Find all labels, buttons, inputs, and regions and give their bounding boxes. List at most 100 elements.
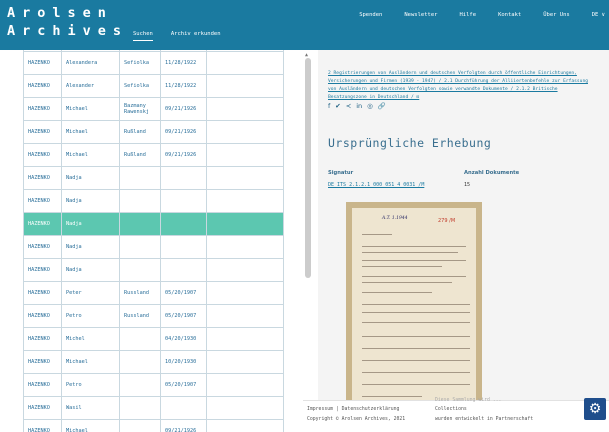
cell-lastname: HAZENKO [23, 235, 62, 259]
cell-firstname: Michael [61, 97, 120, 121]
nav-hilfe[interactable]: Hilfe [460, 12, 477, 18]
cell-birthplace [119, 189, 161, 213]
table-row[interactable]: HAZENKO Petro 05/20/1907 [23, 373, 284, 397]
table-row[interactable]: HAZENKO Michael Rußland 09/21/1926 [23, 143, 284, 167]
cell-lastname: HAZENKO [23, 396, 62, 420]
nav-newsletter[interactable]: Newsletter [404, 12, 437, 18]
table-row[interactable]: HAZENKO Nadja [23, 189, 284, 213]
cell-firstname: Nadja [61, 235, 120, 259]
main-nav: Suchen Archiv erkunden [133, 31, 221, 41]
footer-legal-links[interactable]: Impressum | Datenschutzerklärung [307, 407, 399, 412]
twitter-icon[interactable]: ✔ [335, 102, 340, 110]
arolsen-logo[interactable]: Arolsen Archives [7, 4, 128, 40]
nav-suchen[interactable]: Suchen [133, 31, 153, 41]
cell-extra [206, 143, 284, 167]
cell-extra [206, 327, 284, 351]
cell-lastname: HAZENKO [23, 143, 62, 167]
cell-birthplace [119, 396, 161, 420]
cell-birthplace [119, 419, 161, 432]
nav-archiv-erkunden[interactable]: Archiv erkunden [171, 31, 221, 41]
settings-gear-icon[interactable]: ⚙ [584, 398, 606, 420]
cell-lastname: HAZENKO [23, 212, 62, 236]
footer-partner-text: wurden entwickelt in Partnerschaft [435, 417, 534, 422]
cell-birthdate [160, 212, 207, 236]
footer-collections: Collections [435, 407, 467, 412]
utility-nav: Spenden Newsletter Hilfe Kontakt Über Un… [359, 12, 605, 18]
cell-birthplace [119, 212, 161, 236]
cell-firstname: Michel [61, 327, 120, 351]
facebook-icon[interactable]: f [328, 102, 330, 110]
cell-firstname: Nadja [61, 189, 120, 213]
cell-birthdate: 09/21/1926 [160, 419, 207, 432]
table-row[interactable]: HAZENKO Michel 04/20/1930 [23, 327, 284, 351]
cell-extra [206, 281, 284, 305]
site-footer: Diese Sammlung wird ... Impressum | Date… [303, 398, 609, 432]
share-icon[interactable]: ≺ [346, 102, 351, 110]
cell-firstname: Petro [61, 373, 120, 397]
site-header: Arolsen Archives Suchen Archiv erkunden … [0, 0, 609, 50]
cell-birthplace: Sefiolka [119, 51, 161, 75]
table-row[interactable]: HAZENKO Michael Bazmany Rawenskj 09/21/1926 [23, 97, 284, 121]
table-row[interactable]: HAZENKO Nadja [23, 212, 284, 236]
table-row[interactable]: HAZENKO Michael 09/21/1926 [23, 419, 284, 432]
logo-line-2: Archives [7, 23, 129, 39]
results-table: HAZENKO Alexandera Sefiolka 11/28/1922 HAZEN… [23, 50, 284, 432]
cell-firstname: Michael [61, 143, 120, 167]
linkedin-icon[interactable]: in [356, 102, 362, 110]
breadcrumb[interactable]: 2 Registrierungen von Ausländern und deu… [328, 70, 598, 102]
table-row[interactable]: HAZENKO Peter Russland 05/20/1907 [23, 281, 284, 305]
cell-firstname: Michael [61, 120, 120, 144]
cell-birthplace: Rußland [119, 143, 161, 167]
cell-firstname: Michael [61, 350, 120, 374]
anzahl-value: 15 [464, 182, 471, 188]
language-select[interactable]: DE ∨ [592, 12, 605, 18]
cell-extra [206, 419, 284, 432]
table-row[interactable]: HAZENKO Petro Russland 05/20/1907 [23, 304, 284, 328]
table-row[interactable]: HAZENKO Alexandera Sefiolka 11/28/1922 [23, 51, 284, 75]
nav-spenden[interactable]: Spenden [359, 12, 382, 18]
cell-lastname: HAZENKO [23, 51, 62, 75]
cell-lastname: HAZENKO [23, 97, 62, 121]
results-scrollbar[interactable] [305, 58, 311, 278]
cell-birthdate: 10/20/1930 [160, 350, 207, 374]
table-row[interactable]: HAZENKO Michael 10/20/1930 [23, 350, 284, 374]
cell-birthplace [119, 166, 161, 190]
cell-extra [206, 51, 284, 75]
document-paper: A.T. 1.1944 279 /M [352, 208, 476, 428]
cell-lastname: HAZENKO [23, 350, 62, 374]
nav-kontakt[interactable]: Kontakt [498, 12, 521, 18]
table-row[interactable]: HAZENKO Nadja [23, 235, 284, 259]
page-title: Ursprüngliche Erhebung [328, 136, 492, 150]
nav-ueber-uns[interactable]: Über Uns [543, 12, 570, 18]
cell-birthplace: Russland [119, 304, 161, 328]
cell-lastname: HAZENKO [23, 258, 62, 282]
cell-firstname: Peter [61, 281, 120, 305]
cell-extra [206, 396, 284, 420]
signatur-link[interactable]: DE ITS 2.1.2.1 000 051 4 0031 /M [328, 182, 424, 188]
table-row[interactable]: HAZENKO Michael Rußland 09/21/1926 [23, 120, 284, 144]
cell-extra [206, 120, 284, 144]
cell-firstname: Michael [61, 419, 120, 432]
detail-panel: 2 Registrierungen von Ausländern und deu… [318, 50, 609, 432]
cell-birthdate: 04/20/1930 [160, 327, 207, 351]
table-row[interactable]: HAZENKO Wasil [23, 396, 284, 420]
cell-birthplace [119, 235, 161, 259]
cell-firstname: Petro [61, 304, 120, 328]
whatsapp-icon[interactable]: ◎ [367, 102, 373, 110]
signatur-label: Signatur [328, 170, 354, 176]
document-image[interactable]: A.T. 1.1944 279 /M [346, 202, 482, 428]
cell-firstname: Nadja [61, 258, 120, 282]
results-panel: HAZENKO Alexandera Sefiolka 11/28/1922 HAZEN… [17, 50, 299, 432]
cell-firstname: Wasil [61, 396, 120, 420]
cell-birthdate [160, 189, 207, 213]
table-row[interactable]: HAZENKO Nadja [23, 166, 284, 190]
cell-lastname: HAZENKO [23, 419, 62, 432]
table-row[interactable]: HAZENKO Alexander Sefiolka 11/28/1922 [23, 74, 284, 98]
cell-birthdate: 11/28/1922 [160, 74, 207, 98]
cell-lastname: HAZENKO [23, 304, 62, 328]
link-icon[interactable]: 🔗 [378, 102, 386, 110]
cell-extra [206, 350, 284, 374]
cell-extra [206, 258, 284, 282]
cell-lastname: HAZENKO [23, 166, 62, 190]
table-row[interactable]: HAZENKO Nadja [23, 258, 284, 282]
